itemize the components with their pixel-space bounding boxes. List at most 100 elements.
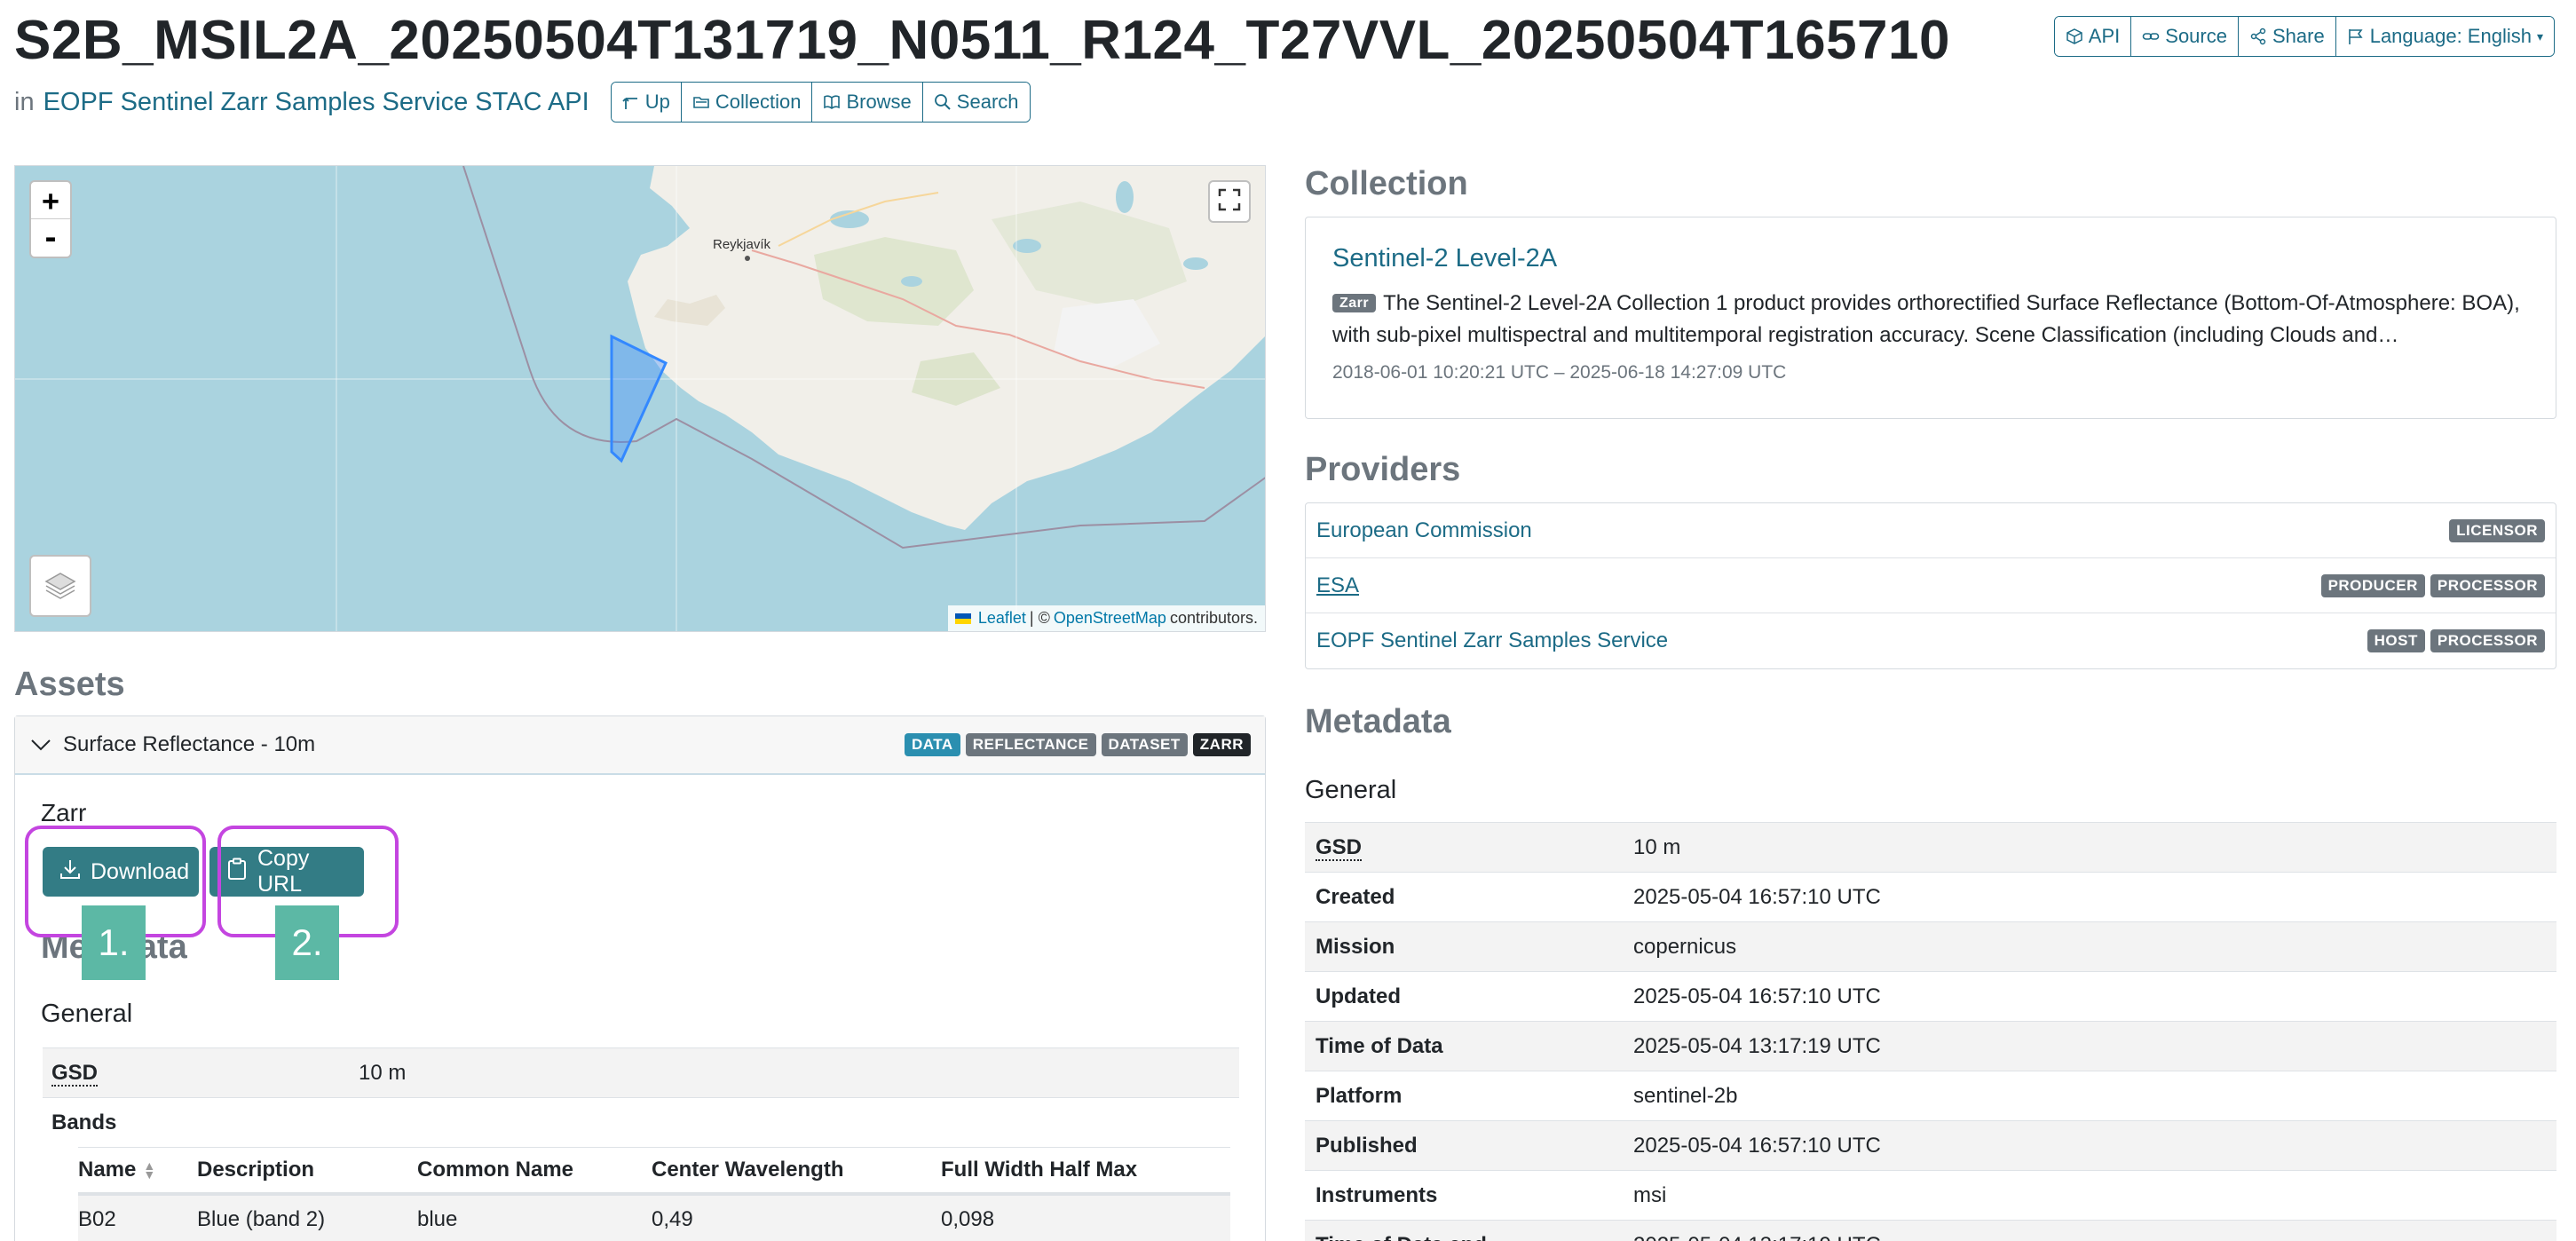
share-label: Share (2272, 25, 2325, 47)
table-row: Created 2025-05-04 16:57:10 UTC (1305, 872, 2556, 921)
layers-button[interactable] (29, 555, 91, 617)
arrow-up-icon (622, 93, 640, 111)
metadata-value: 2025-05-04 13:17:19 UTC (1633, 1233, 1881, 1241)
collection-description-text: The Sentinel-2 Level-2A Collection 1 pro… (1332, 291, 2520, 347)
sort-icon[interactable]: ▲ ▼ (143, 1159, 155, 1181)
asset-badge: DATASET (1101, 733, 1188, 756)
attribution-suffix: contributors. (1169, 609, 1258, 627)
providers-heading: Providers (1305, 451, 1461, 488)
browse-button[interactable]: Browse (812, 83, 923, 122)
metadata-value: copernicus (1633, 934, 1737, 959)
provider-name[interactable]: ESA (1316, 573, 1359, 598)
provider-item[interactable]: ESA PRODUCER PROCESSOR (1306, 558, 2556, 613)
in-label: in (14, 87, 35, 116)
column-header[interactable]: Full Width Half Max (941, 1158, 1137, 1182)
provider-item[interactable]: EOPF Sentinel Zarr Samples Service HOST … (1306, 613, 2556, 668)
header-actions: API Source Share Language: English ▾ (2053, 16, 2555, 57)
metadata-value: 2025-05-04 16:57:10 UTC (1633, 984, 1881, 1008)
metadata-key: Time of Data (1316, 1033, 1443, 1058)
step-marker-2: 2. (275, 905, 339, 980)
flag-icon (2347, 28, 2365, 45)
column-header[interactable]: Name (78, 1158, 136, 1182)
provider-name[interactable]: EOPF Sentinel Zarr Samples Service (1316, 628, 1668, 653)
metadata-key: Updated (1316, 984, 1401, 1008)
table-row: Time of Data end2025-05-04 13:17:19 UTC (1305, 1220, 2556, 1241)
asset-title: Surface Reflectance - 10m (63, 732, 316, 756)
asset-header[interactable]: Surface Reflectance - 10m DATA REFLECTAN… (15, 716, 1265, 775)
provider-name[interactable]: European Commission (1316, 518, 1532, 543)
column-header[interactable]: Description (197, 1158, 417, 1182)
search-label: Search (956, 91, 1019, 113)
catalog-link[interactable]: EOPF Sentinel Zarr Samples Service STAC … (43, 88, 589, 117)
collection-badge: Zarr (1332, 294, 1377, 312)
metadata-value: 2025-05-04 13:17:19 UTC (1633, 1033, 1881, 1058)
metadata-table: GSD 10 m Created 2025-05-04 16:57:10 UTC M… (1305, 822, 2556, 1241)
metadata-key: GSD (1316, 834, 1363, 861)
bands-label: Bands (51, 1110, 117, 1134)
metadata-key: Time of Data end (1305, 1233, 1633, 1241)
collection-description: Zarr The Sentinel-2 Level-2A Collection 1… (1332, 288, 2529, 352)
metadata-value: 2025-05-04 16:57:10 UTC (1633, 1133, 1881, 1158)
asset-general-heading: General (41, 1000, 133, 1028)
bands-header-row: Name ▲ ▼ Description Common Name Center W… (78, 1147, 1230, 1195)
band-common-name: blue (417, 1206, 458, 1231)
table-row: GSD 10 m (43, 1047, 1239, 1097)
provider-role-badge: HOST (2367, 629, 2425, 652)
collection-heading: Collection (1305, 165, 1468, 202)
asset-format-label: Zarr (41, 799, 87, 826)
search-icon (934, 93, 952, 111)
column-header[interactable]: Common Name (417, 1158, 652, 1182)
bands-table: Name ▲ ▼ Description Common Name Center W… (43, 1147, 1239, 1241)
table-row: Bands (43, 1097, 1239, 1147)
band-fwhm: 0,098 (941, 1206, 995, 1231)
folder-icon (692, 93, 710, 111)
metadata-heading: Metadata (1305, 703, 1451, 740)
metadata-key: Platform (1316, 1083, 1403, 1108)
up-button[interactable]: Up (611, 83, 682, 122)
collection-button[interactable]: Collection (681, 83, 813, 122)
table-row: Published 2025-05-04 16:57:10 UTC (1305, 1120, 2556, 1170)
providers-list: European Commission LICENSOR ESA PRODUCE… (1305, 502, 2556, 669)
metadata-key: Created (1316, 884, 1395, 909)
city-label: Reykjavík (713, 237, 771, 252)
provider-item[interactable]: European Commission LICENSOR (1306, 503, 2556, 558)
fullscreen-button[interactable] (1208, 180, 1251, 223)
zoom-control: + - (29, 180, 72, 258)
language-dropdown[interactable]: Language: English ▾ (2335, 17, 2554, 56)
table-row: B02 Blue (band 2) blue 0,49 0,098 (78, 1195, 1230, 1241)
layers-icon (43, 566, 78, 606)
metadata-key: Published (1316, 1133, 1418, 1158)
zoom-in-button[interactable]: + (31, 182, 70, 219)
asset-metadata-table: GSD 10 m Bands Name ▲ ▼ Description Commo… (43, 1047, 1239, 1241)
source-label: Source (2165, 25, 2227, 47)
metadata-key: Instruments (1316, 1182, 1438, 1207)
browse-label: Browse (846, 91, 912, 113)
asset-badge: REFLECTANCE (965, 733, 1096, 756)
collection-card[interactable]: Sentinel-2 Level-2A Zarr The Sentinel-2 L… (1305, 217, 2556, 419)
map-tiles (15, 166, 1265, 631)
asset-badge: DATA (905, 733, 960, 756)
leaflet-link[interactable]: Leaflet (978, 609, 1026, 628)
table-row: Updated 2025-05-04 16:57:10 UTC (1305, 971, 2556, 1021)
metadata-value: 10 m (1633, 834, 1681, 859)
osm-link[interactable]: OpenStreetMap (1054, 609, 1166, 628)
column-header[interactable]: Center Wavelength (652, 1158, 941, 1182)
band-name: B02 (78, 1206, 116, 1231)
metadata-general-heading: General (1305, 776, 1397, 804)
source-button[interactable]: Source (2131, 17, 2239, 56)
map-attribution: Leaflet | © OpenStreetMap contributors. (947, 605, 1265, 631)
api-button[interactable]: API (2054, 17, 2132, 56)
search-button[interactable]: Search (922, 83, 1030, 122)
breadcrumb: in EOPF Sentinel Zarr Samples Service ST… (14, 82, 1031, 123)
share-button[interactable]: Share (2238, 17, 2336, 56)
expand-icon (1218, 188, 1241, 216)
table-row: Platform sentinel-2b (1305, 1071, 2556, 1120)
map[interactable]: Reykjavík + - Leaflet | © OpenStreetMap … (14, 165, 1266, 632)
cube-icon (2066, 28, 2083, 45)
zoom-out-button[interactable]: - (31, 219, 70, 257)
collection-name-link[interactable]: Sentinel-2 Level-2A (1332, 244, 2529, 273)
book-icon (823, 93, 841, 111)
caret-down-icon: ▾ (2536, 28, 2543, 43)
step-marker-1: 1. (82, 905, 146, 980)
collection-dates: 2018-06-01 10:20:21 UTC – 2025-06-18 14:… (1332, 362, 1787, 383)
